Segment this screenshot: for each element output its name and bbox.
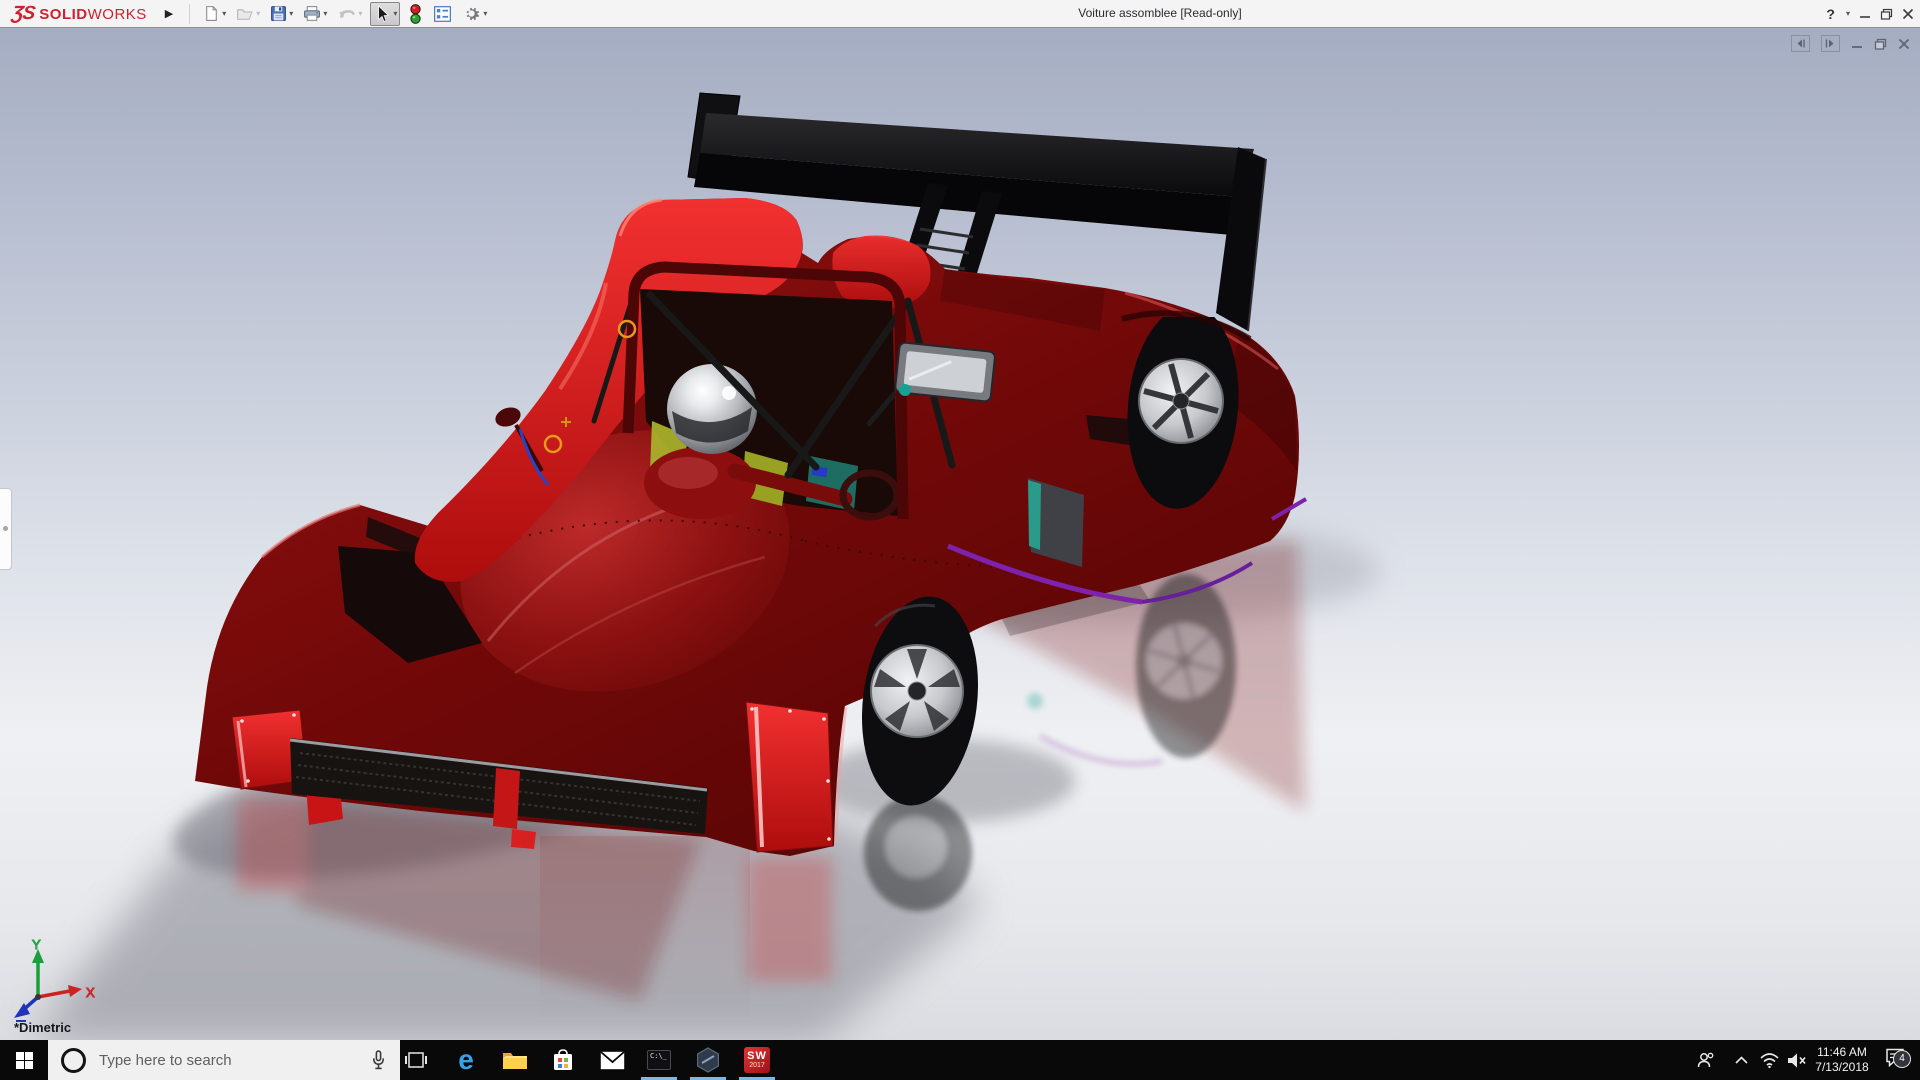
open-document-button[interactable]: ▾ [234,3,262,24]
notification-badge: 4 [1893,1050,1911,1068]
sw-year: 2017 [749,1062,765,1070]
front-right-fender-panel [746,702,833,852]
gear-icon [462,4,481,23]
volume-tray-button[interactable] [1782,1040,1810,1080]
chevron-up-icon [1735,1056,1748,1064]
solidworks-app-icon: SW 2017 [744,1047,770,1073]
start-button[interactable] [0,1040,48,1080]
traffic-light-button[interactable] [406,2,425,26]
traffic-light-icon [408,4,423,24]
previous-pane-icon[interactable] [1791,35,1810,52]
hexagon-app-icon [695,1047,721,1073]
next-pane-icon[interactable] [1821,35,1840,52]
save-caret[interactable]: ▾ [289,9,293,18]
new-document-button[interactable]: ▾ [201,3,228,24]
window-controls: ? ▾ [1826,0,1914,27]
file-explorer-button[interactable] [491,1040,539,1080]
tray-date: 7/13/2018 [1815,1060,1868,1075]
file-explorer-icon [502,1050,528,1071]
new-document-caret[interactable]: ▾ [222,9,226,18]
wifi-icon [1760,1053,1779,1068]
triad-y-label: Y [32,937,41,952]
action-center-button[interactable]: 4 [1878,1040,1912,1080]
microphone-icon[interactable] [371,1050,386,1070]
brand-bold: SOLID [39,6,87,23]
solidworks-logo: ƷSSOLIDWORKS [0,3,157,25]
undo-arrow-icon [337,5,356,22]
car-body[interactable] [195,198,1306,856]
tray-overflow-button[interactable] [1728,1040,1754,1080]
store-button[interactable] [539,1040,587,1080]
windows-taskbar: e C:\_ SW 2017 [0,1040,1920,1080]
command-prompt-button[interactable]: C:\_ [635,1040,683,1080]
hexagon-app-button[interactable] [684,1040,732,1080]
undo-caret: ▾ [358,9,362,18]
select-tool-button[interactable]: ▾ [370,2,400,26]
volume-muted-icon [1787,1053,1806,1068]
task-view-icon [405,1051,427,1069]
property-list-icon [433,5,452,23]
command-prompt-icon: C:\_ [647,1050,671,1070]
people-icon [1697,1051,1715,1069]
cortana-icon[interactable] [61,1048,86,1073]
title-bar: ƷSSOLIDWORKS ▶ ▾ ▾ ▾ ▾ ▾ ▾ [0,0,1920,28]
options-caret[interactable]: ▾ [483,9,487,18]
tab-grip-dot [3,526,8,531]
mail-button[interactable] [588,1040,636,1080]
search-input[interactable] [86,1052,371,1069]
edge-icon: e [458,1046,474,1074]
print-caret[interactable]: ▾ [323,9,327,18]
graphics-viewport[interactable]: Y X *Dimetric [0,28,1920,1040]
taskbar-clock[interactable]: 11:46 AM 7/13/2018 [1810,1040,1874,1080]
select-tool-caret[interactable]: ▾ [393,9,397,18]
property-list-button[interactable] [431,3,454,25]
menu-flyout-icon[interactable]: ▶ [157,7,181,20]
solidworks-app-button[interactable]: SW 2017 [733,1040,781,1080]
network-tray-button[interactable] [1755,1040,1783,1080]
print-button[interactable]: ▾ [301,3,329,24]
printer-icon [303,5,321,22]
document-title: Voiture assomblee [Read-only] [1010,0,1310,27]
document-window-controls [1791,35,1910,52]
store-icon [551,1048,575,1072]
windows-logo-icon [16,1052,33,1069]
sw-letters: SW [747,1051,767,1062]
undo-button: ▾ [335,3,364,24]
close-icon[interactable] [1902,8,1914,20]
options-button[interactable]: ▾ [460,2,489,25]
task-view-button[interactable] [392,1040,440,1080]
teal-fitting [899,384,911,396]
doc-restore-icon[interactable] [1874,38,1887,50]
open-folder-icon [236,5,254,22]
edge-button[interactable]: e [442,1040,490,1080]
save-floppy-icon [270,5,287,22]
save-button[interactable]: ▾ [268,3,295,24]
new-document-icon [203,5,220,22]
doc-close-icon[interactable] [1898,38,1910,50]
toolbar-separator [189,4,190,24]
taskbar-search[interactable] [48,1040,400,1080]
restore-icon[interactable] [1880,8,1893,20]
3d-model-scene[interactable]: Y X [0,28,1920,1040]
help-icon[interactable]: ? [1826,6,1835,22]
view-orientation-label: *Dimetric [14,1020,71,1035]
triad-x-label: X [86,985,95,1000]
open-document-caret: ▾ [256,9,260,18]
select-cursor-icon [373,5,391,23]
brand-light: WORKS [88,6,147,23]
help-caret[interactable]: ▾ [1846,9,1850,18]
people-tray-button[interactable] [1692,1040,1720,1080]
feature-manager-collapsed-tab[interactable] [0,488,12,570]
solidworks-logo-mark: ƷS [10,3,35,25]
tray-time: 11:46 AM [1815,1045,1868,1060]
solidworks-application-window: ƷSSOLIDWORKS ▶ ▾ ▾ ▾ ▾ ▾ ▾ [0,0,1920,1080]
mail-icon [600,1051,625,1070]
minimize-icon[interactable] [1859,8,1871,20]
doc-minimize-icon[interactable] [1851,38,1863,50]
